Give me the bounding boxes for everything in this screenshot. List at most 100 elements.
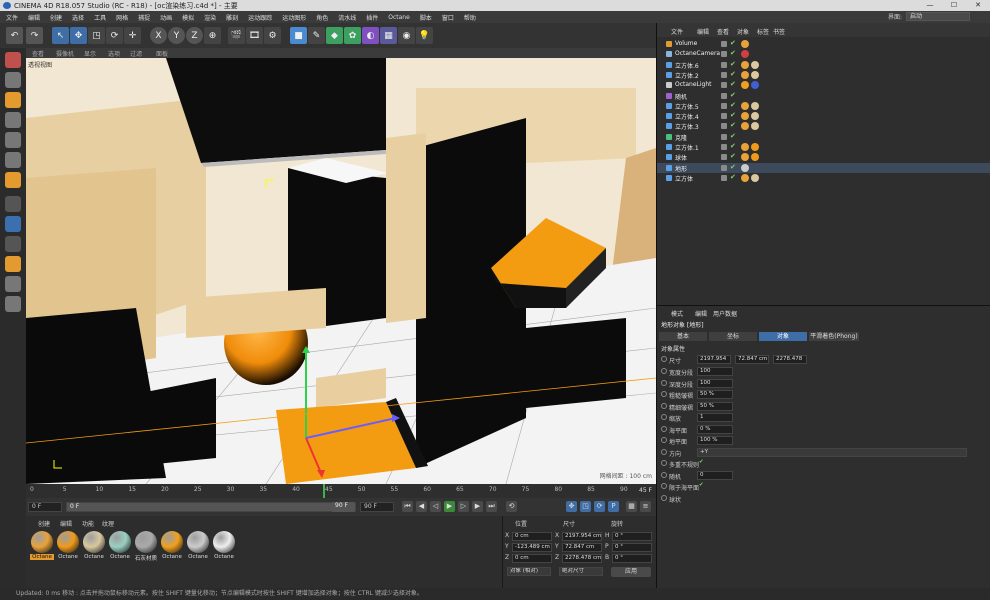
record-position-icon[interactable]: ✥	[566, 501, 577, 512]
enabled-check-icon[interactable]: ✔	[730, 111, 736, 119]
visibility-toggle-icon[interactable]	[721, 113, 727, 120]
material-tag-icon[interactable]	[751, 70, 759, 79]
goto-end-icon[interactable]: ⏭	[486, 501, 497, 512]
material-tag-icon[interactable]	[741, 101, 749, 110]
attribute-menu-item[interactable]: 模式	[671, 309, 683, 318]
pen-icon[interactable]: ✎	[308, 27, 325, 44]
enabled-check-icon[interactable]: ✔	[730, 163, 736, 171]
visibility-toggle-icon[interactable]	[721, 133, 727, 140]
menu-item[interactable]: 帮助	[464, 13, 476, 22]
snap-icon[interactable]	[5, 236, 21, 252]
coord-size-field[interactable]: 2197.954 cm	[562, 532, 602, 541]
coord-position-field[interactable]: -123.489 cm	[512, 543, 552, 552]
material-tag-icon[interactable]	[741, 122, 749, 131]
coord-size-mode-select[interactable]: 绝对尺寸	[559, 567, 603, 576]
attribute-value[interactable]: 100 %	[697, 436, 733, 445]
animate-dot-icon[interactable]	[661, 414, 667, 420]
object-row[interactable]: 立方体.2 ✔	[657, 70, 990, 80]
maximize-button[interactable]: ☐	[942, 0, 966, 11]
material-tag-icon[interactable]	[741, 143, 749, 151]
object-row[interactable]: 立方体.5 ✔	[657, 101, 990, 111]
z-axis-icon[interactable]: Z	[186, 27, 203, 44]
attribute-value[interactable]: 100	[697, 378, 733, 388]
animate-dot-icon[interactable]	[661, 437, 667, 443]
material-tag-icon[interactable]	[741, 173, 749, 182]
goto-start-icon[interactable]: ⏮	[402, 501, 413, 512]
enabled-check-icon[interactable]: ✔	[730, 70, 736, 78]
animate-dot-icon[interactable]	[661, 494, 667, 501]
prev-key-icon[interactable]: ◀	[416, 501, 427, 512]
coord-size-field[interactable]: 72.847 cm	[562, 543, 602, 552]
coord-mode-select[interactable]: 对象 (相对)	[507, 567, 551, 576]
end-frame-field[interactable]: 90 F	[360, 502, 394, 512]
deformer-icon[interactable]: ◐	[362, 27, 379, 44]
object-row[interactable]: OctaneCamera ✔	[657, 49, 990, 59]
points-mode-icon[interactable]	[5, 132, 21, 148]
attribute-tab[interactable]: 平滑着色(Phong)	[809, 332, 859, 341]
attribute-tab[interactable]: 基本	[659, 332, 707, 341]
material-tag-icon[interactable]	[741, 163, 749, 172]
model-mode-icon[interactable]	[5, 72, 21, 88]
animate-dot-icon[interactable]	[661, 391, 667, 397]
redo-icon[interactable]: ↷	[26, 27, 43, 44]
enabled-check-icon[interactable]: ✔	[730, 142, 736, 150]
menu-item[interactable]: Octane	[388, 14, 410, 21]
material-swatch[interactable]: Octane	[56, 531, 80, 560]
menu-item[interactable]: 创建	[50, 13, 62, 22]
attribute-value[interactable]: 1	[697, 413, 733, 422]
render-view-icon[interactable]: 🎬	[228, 27, 245, 44]
material-menu-item[interactable]: 创建	[38, 519, 50, 528]
menu-item[interactable]: 模拟	[182, 13, 194, 22]
viewport-menu-item[interactable]: 面板	[156, 49, 168, 58]
viewport-menu-item[interactable]: 过滤	[130, 49, 142, 58]
attribute-value[interactable]: 0	[697, 470, 733, 480]
menu-item[interactable]: 流水线	[338, 13, 356, 22]
menu-item[interactable]: 雕刻	[226, 13, 238, 22]
visibility-toggle-icon[interactable]	[721, 41, 727, 47]
menu-item[interactable]: 动画	[160, 13, 172, 22]
object-row[interactable]: 立方体.1 ✔	[657, 142, 990, 152]
timeline-ruler[interactable]: 0 5 10 15 20 25 30 35 40 45 50 55 60 65 70 75 80 85 90 45 …	[26, 484, 656, 498]
next-key-icon[interactable]: ▶	[472, 501, 483, 512]
layout-select[interactable]: 启动	[906, 12, 970, 21]
apply-button[interactable]: 应用	[611, 567, 651, 577]
range-start-field[interactable]: 0 F	[66, 502, 356, 512]
enabled-check-icon[interactable]: ✔	[730, 101, 736, 109]
attribute-value[interactable]: ✔	[697, 482, 707, 491]
enabled-check-icon[interactable]: ✔	[730, 91, 736, 99]
perspective-viewport[interactable]: 透视视图 网格间距 : 100 cm	[26, 58, 656, 484]
material-tag-icon[interactable]	[751, 173, 759, 182]
last-tool-icon[interactable]: ✛	[124, 27, 141, 44]
visibility-toggle-icon[interactable]	[721, 174, 727, 181]
coord-position-field[interactable]: 0 cm	[512, 554, 552, 563]
visibility-toggle-icon[interactable]	[721, 51, 727, 58]
menu-item[interactable]: 窗口	[442, 13, 454, 22]
menu-item[interactable]: 捕捉	[138, 13, 150, 22]
object-menu-item[interactable]: 标签	[757, 27, 769, 36]
material-tag-icon[interactable]	[751, 60, 759, 69]
material-menu-item[interactable]: 编辑	[60, 519, 72, 528]
material-menu-item[interactable]: 功能	[82, 519, 94, 528]
visibility-toggle-icon[interactable]	[721, 61, 727, 68]
viewport-menu-item[interactable]: 查看	[32, 49, 44, 58]
object-menu-item[interactable]: 编辑	[697, 27, 709, 36]
play-icon[interactable]: ▶	[444, 501, 455, 512]
visibility-toggle-icon[interactable]	[721, 154, 727, 161]
enabled-check-icon[interactable]: ✔	[730, 60, 736, 68]
material-swatch[interactable]: Octane	[212, 531, 236, 560]
enabled-check-icon[interactable]: ✔	[730, 132, 736, 140]
object-row[interactable]: OctaneLight ✔	[657, 80, 990, 90]
attribute-tab[interactable]: 对象	[759, 332, 807, 341]
record-param-icon[interactable]: P	[608, 501, 619, 512]
solo-icon[interactable]	[5, 296, 21, 312]
move-icon[interactable]: ✥	[70, 27, 87, 44]
coord-position-field[interactable]: 0 cm	[512, 532, 552, 541]
attribute-value[interactable]: 50 %	[697, 390, 733, 399]
attribute-menu-item[interactable]: 编辑	[695, 309, 707, 318]
record-rotation-icon[interactable]: ⟳	[594, 501, 605, 512]
enabled-check-icon[interactable]: ✔	[730, 152, 736, 160]
material-tag-icon[interactable]	[741, 50, 749, 59]
visibility-toggle-icon[interactable]	[721, 123, 727, 130]
object-row[interactable]: 立方体 ✔	[657, 173, 990, 183]
animate-dot-icon[interactable]	[661, 460, 667, 466]
